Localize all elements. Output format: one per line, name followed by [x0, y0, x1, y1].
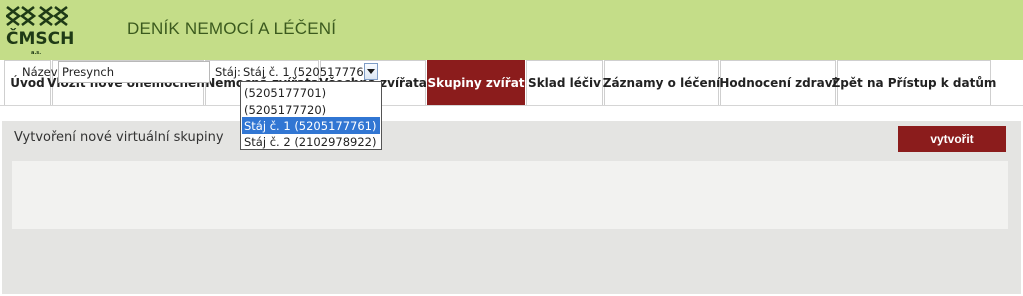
- stable-option[interactable]: (5205177720): [242, 101, 380, 118]
- stable-dropdown-arrow[interactable]: [364, 63, 378, 80]
- create-group-button[interactable]: vytvořit: [898, 126, 1006, 152]
- tab-zaznamy-o-leceni[interactable]: Záznamy o léčení: [603, 60, 720, 105]
- form-box: [12, 161, 1008, 229]
- stable-options-list: (5205177701) (5205177720) Stáj č. 1 (520…: [240, 81, 382, 150]
- stable-option[interactable]: Stáj č. 2 (2102978922): [242, 133, 380, 150]
- panel-title: Vytvoření nové virtuální skupiny: [14, 130, 224, 145]
- tab-hodnoceni-zdravi[interactable]: Hodnocení zdraví: [719, 60, 837, 105]
- logo-subtext: a.s.: [31, 50, 42, 56]
- cmsch-logo[interactable]: ČMSCH a.s.: [4, 4, 74, 58]
- chevron-down-icon: [367, 69, 375, 74]
- tab-skupiny-zvirat[interactable]: Skupiny zvířat: [427, 60, 525, 105]
- tab-zpet-pristup-k-datum[interactable]: Zpět na Přístup k datům: [832, 60, 996, 105]
- name-label: Název:: [22, 65, 61, 79]
- app-title: DENÍK NEMOCÍ A LÉČENÍ: [127, 19, 337, 38]
- create-group-panel: Vytvoření nové virtuální skupiny: [2, 121, 1021, 294]
- stable-select[interactable]: Stáj č. 1 (5205177761): [240, 62, 379, 82]
- tab-sklad-leciv[interactable]: Sklad léčiv: [526, 60, 603, 105]
- logo-mark-icon: [6, 5, 68, 27]
- group-name-input[interactable]: [58, 61, 210, 83]
- app-header: ČMSCH a.s. DENÍK NEMOCÍ A LÉČENÍ: [0, 0, 1023, 60]
- logo-text: ČMSCH: [6, 29, 75, 49]
- stable-label: Stáj:: [215, 65, 241, 79]
- stable-select-value: Stáj č. 1 (5205177761): [243, 65, 376, 79]
- stable-option[interactable]: (5205177701): [242, 84, 380, 101]
- stable-option-selected[interactable]: Stáj č. 1 (5205177761): [242, 117, 380, 134]
